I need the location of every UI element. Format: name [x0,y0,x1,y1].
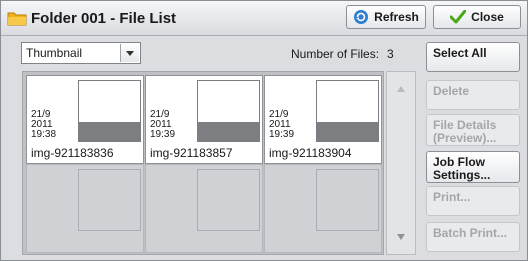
checkmark-icon [450,10,467,24]
view-mode-dropdown[interactable]: Thumbnail [21,42,141,64]
file-details-button[interactable]: File Details (Preview)... [426,114,520,146]
close-button[interactable]: Close [433,5,521,29]
print-button[interactable]: Print... [426,186,520,216]
file-date: 21/9 2011 19:38 [31,109,57,140]
file-thumbnail[interactable]: 21/9 2011 19:39 img-921183904 [264,75,382,164]
delete-button[interactable]: Delete [426,80,520,110]
folder-icon [7,10,27,26]
file-name: img-921183836 [31,146,114,160]
arrow-down-icon[interactable] [387,222,415,252]
file-date: 21/9 2011 19:39 [269,109,295,140]
file-name: img-921183904 [269,146,352,160]
grid-scrollbar[interactable] [386,71,416,255]
file-thumbnail[interactable]: 21/9 2011 19:39 img-921183857 [145,75,263,164]
chevron-down-icon[interactable] [120,44,139,62]
empty-thumbnail-slot [145,164,263,253]
file-date: 21/9 2011 19:39 [150,109,176,140]
number-of-files-value: 3 [387,47,394,61]
batch-print-button[interactable]: Batch Print... [426,222,520,252]
refresh-label: Refresh [374,10,419,24]
number-of-files-label: Number of Files: [291,47,380,61]
file-thumbnail[interactable]: 21/9 2011 19:38 img-921183836 [26,75,144,164]
arrow-up-icon[interactable] [387,74,415,104]
view-mode-value: Thumbnail [26,46,83,60]
file-thumbnail-grid: 21/9 2011 19:38 img-921183836 21/9 2011 … [22,71,384,255]
title-bar: Folder 001 - File List Refresh Close [1,1,527,36]
job-flow-settings-button[interactable]: Job Flow Settings... [426,151,520,183]
content-area: Thumbnail Number of Files: 3 21/9 2011 19… [1,36,527,260]
refresh-icon [353,9,369,25]
thumbnail-preview [316,80,379,142]
empty-thumbnail-slot [26,164,144,253]
thumbnail-preview [78,80,141,142]
number-of-files: Number of Files: 3 [291,47,394,61]
refresh-button[interactable]: Refresh [346,5,426,29]
page-title: Folder 001 - File List [31,10,177,27]
file-list-window: Folder 001 - File List Refresh Close Thu [0,0,528,261]
close-label: Close [471,10,504,24]
file-name: img-921183857 [150,146,233,160]
empty-thumbnail-slot [264,164,382,253]
select-all-button[interactable]: Select All [426,42,520,72]
thumbnail-preview [197,80,260,142]
